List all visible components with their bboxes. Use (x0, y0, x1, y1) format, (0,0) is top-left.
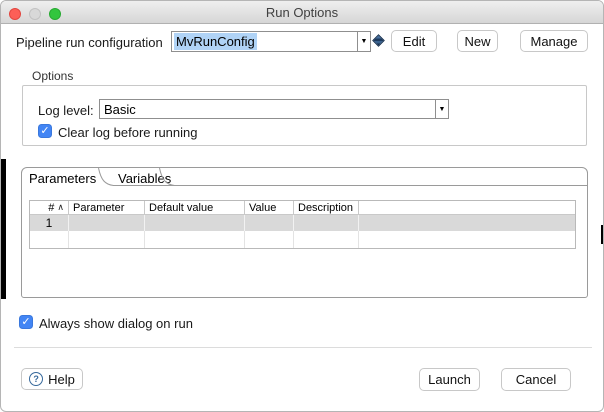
new-button[interactable]: New (457, 30, 498, 52)
table-row[interactable] (30, 231, 575, 248)
pipeline-run-config-label: Pipeline run configuration (16, 35, 163, 50)
tab-parameters[interactable]: Parameters (29, 171, 96, 186)
table-header-row: # ∧ Parameter Default value Value Descri… (30, 201, 575, 215)
tab-curve (159, 168, 175, 186)
parameter-cell[interactable] (69, 215, 145, 231)
footer-divider (14, 347, 592, 348)
log-level-value: Basic (102, 101, 138, 118)
always-show-checkbox[interactable]: ✓ (19, 315, 33, 329)
column-header-description[interactable]: Description (294, 201, 359, 214)
column-header-parameter[interactable]: Parameter (69, 201, 145, 214)
chevron-down-icon[interactable]: ▼ (435, 100, 448, 118)
tab-curve (98, 168, 114, 186)
default-value-cell[interactable] (145, 231, 245, 248)
sort-asc-icon[interactable]: ∧ (57, 202, 64, 213)
column-header-filler (359, 201, 575, 214)
run-options-dialog: Run Options Pipeline run configuration M… (0, 0, 604, 412)
description-cell[interactable] (294, 231, 359, 248)
parameters-table: # ∧ Parameter Default value Value Descri… (29, 200, 576, 249)
column-header-number[interactable]: # ∧ (30, 201, 69, 214)
table-row-selected[interactable]: 1 (30, 215, 575, 231)
edit-button[interactable]: Edit (391, 30, 437, 52)
default-value-cell[interactable] (145, 215, 245, 231)
clear-log-checkbox[interactable]: ✓ (38, 124, 52, 138)
value-cell[interactable] (245, 215, 294, 231)
background-artifact-left (1, 159, 6, 299)
pipeline-run-config-combo[interactable]: MvRunConfig ▼ (171, 31, 371, 52)
cancel-button[interactable]: Cancel (501, 368, 571, 391)
row-number-cell[interactable] (30, 231, 69, 248)
titlebar[interactable]: Run Options (1, 1, 603, 24)
log-level-label: Log level: (38, 103, 94, 118)
pipeline-config-icon (372, 34, 385, 47)
row-number-cell[interactable]: 1 (30, 215, 69, 231)
tabstrip-divider (113, 185, 588, 186)
description-cell[interactable] (294, 215, 359, 231)
help-button-label: Help (48, 372, 75, 387)
log-level-combo[interactable]: Basic ▼ (99, 99, 449, 119)
always-show-label: Always show dialog on run (39, 316, 193, 331)
value-cell[interactable] (245, 231, 294, 248)
window-title: Run Options (1, 5, 603, 20)
parameter-cell[interactable] (69, 231, 145, 248)
manage-button[interactable]: Manage (520, 30, 588, 52)
launch-button[interactable]: Launch (419, 368, 480, 391)
filler-cell (359, 231, 575, 248)
help-button[interactable]: ? Help (21, 368, 83, 390)
pipeline-run-config-value: MvRunConfig (174, 33, 257, 50)
column-header-value[interactable]: Value (245, 201, 294, 214)
chevron-down-icon[interactable]: ▼ (357, 32, 370, 51)
options-group-title: Options (32, 69, 73, 83)
help-icon: ? (29, 372, 43, 386)
filler-cell (359, 215, 575, 231)
column-header-default-value[interactable]: Default value (145, 201, 245, 214)
clear-log-label: Clear log before running (58, 125, 197, 140)
